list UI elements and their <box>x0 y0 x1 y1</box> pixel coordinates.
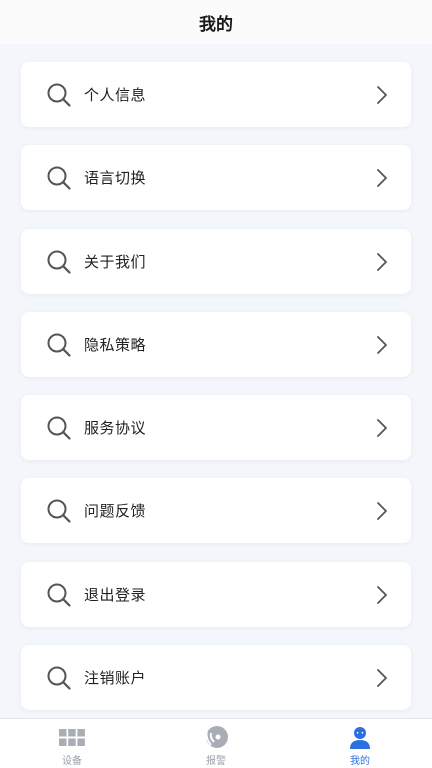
menu-item-label: 问题反馈 <box>84 502 147 521</box>
search-icon <box>47 333 71 357</box>
grid-icon <box>58 725 86 751</box>
menu-item-privacy[interactable]: 隐私策略 <box>21 311 411 377</box>
menu-item-label: 注销账户 <box>84 669 147 688</box>
tab-label: 报警 <box>206 756 226 767</box>
search-icon <box>47 499 71 524</box>
chevron-right-icon <box>377 86 387 104</box>
search-icon <box>47 583 71 607</box>
menu-item-label: 退出登录 <box>84 585 147 604</box>
tab-label: 设备 <box>62 756 82 767</box>
tab-mine[interactable]: 我的 <box>288 719 432 768</box>
menu-item-label: 语言切换 <box>84 169 147 188</box>
search-icon <box>47 83 71 107</box>
chevron-right-icon <box>377 335 387 354</box>
menu-item-label: 隐私策略 <box>84 335 147 354</box>
chevron-right-icon <box>377 169 387 188</box>
menu-item-label: 个人信息 <box>84 86 147 104</box>
tab-label: 我的 <box>350 756 370 767</box>
menu-item-about[interactable]: 关于我们 <box>21 228 411 294</box>
bottom-tab-bar: 设备 报警 我的 <box>0 718 432 768</box>
menu-item-feedback[interactable]: 问题反馈 <box>21 478 411 544</box>
menu-item-delete-account[interactable]: 注销账户 <box>21 645 411 711</box>
alarm-icon <box>202 725 230 751</box>
menu-item-label: 关于我们 <box>84 252 147 271</box>
menu-item-label: 服务协议 <box>84 419 147 438</box>
tab-alarm[interactable]: 报警 <box>144 719 288 768</box>
menu-item-service-agreement[interactable]: 服务协议 <box>21 395 411 461</box>
search-icon <box>47 666 71 690</box>
page-title: 我的 <box>199 14 233 35</box>
chevron-right-icon <box>377 669 387 687</box>
search-icon <box>47 166 71 190</box>
menu-list: 个人信息 语言切换 关于我们 隐私策略 服务协议 问题反馈 退出登录 注销账户 <box>21 62 411 728</box>
chevron-right-icon <box>377 585 387 604</box>
chevron-right-icon <box>377 502 387 521</box>
chevron-right-icon <box>377 252 387 271</box>
menu-item-language[interactable]: 语言切换 <box>21 145 411 211</box>
tab-devices[interactable]: 设备 <box>0 719 144 768</box>
page: 我的 个人信息 语言切换 关于我们 隐私策略 服务协议 问题反馈 退出登录 注销… <box>0 0 432 768</box>
chevron-right-icon <box>377 419 387 438</box>
menu-item-personal-info[interactable]: 个人信息 <box>21 62 411 127</box>
search-icon <box>47 416 71 440</box>
search-icon <box>47 250 71 274</box>
header: 我的 <box>0 0 432 44</box>
user-icon <box>346 725 374 751</box>
menu-item-logout[interactable]: 退出登录 <box>21 561 411 627</box>
